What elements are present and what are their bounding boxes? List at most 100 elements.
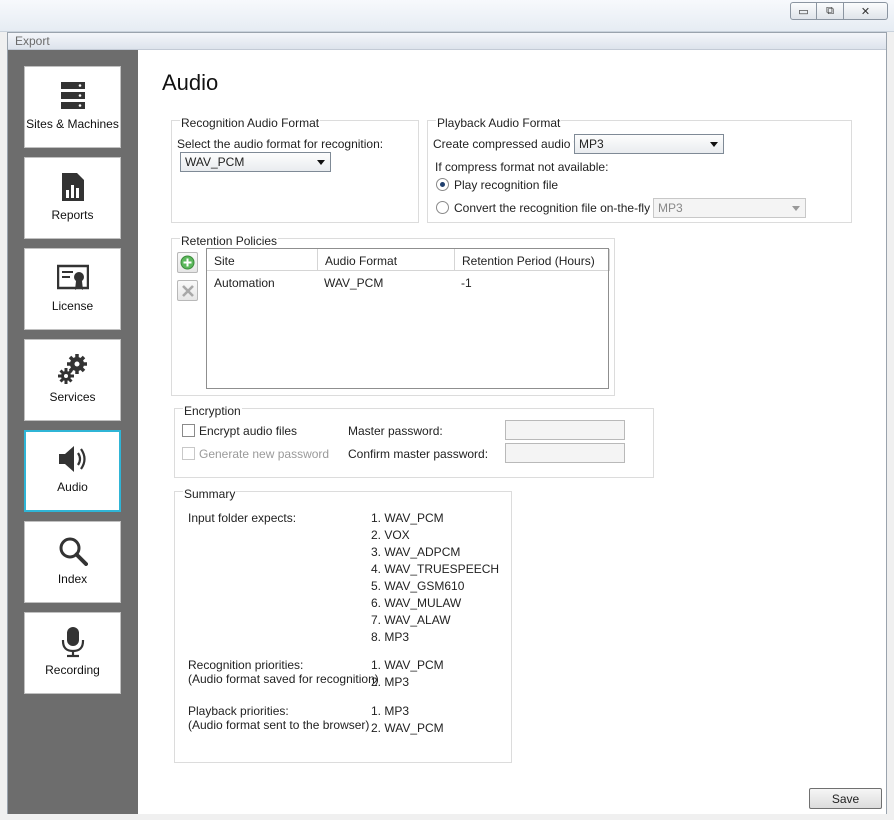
list-item: 1. MP3	[371, 704, 410, 718]
list-item: 4. WAV_TRUESPEECH	[371, 562, 500, 576]
speaker-icon	[57, 443, 89, 475]
certificate-icon	[56, 262, 89, 294]
minimize-button[interactable]: ▭	[790, 2, 817, 20]
recognition-format-legend: Recognition Audio Format	[180, 116, 321, 130]
playback-priorities-label-group: Playback priorities: (Audio format sent …	[188, 704, 369, 732]
convert-on-the-fly-radio[interactable]	[436, 201, 449, 214]
master-password-input[interactable]	[505, 420, 625, 440]
window-controls: ▭ ⧉ ✕	[790, 2, 888, 20]
playback-format-group: Playback Audio Format Create compressed …	[427, 116, 852, 223]
generate-password-checkbox[interactable]	[182, 447, 195, 460]
recognition-priorities-sublabel: (Audio format saved for recognition)	[188, 672, 379, 686]
list-item: 5. WAV_GSM610	[371, 579, 465, 593]
sidebar-item-label: Audio	[57, 480, 88, 494]
minimize-icon: ▭	[798, 5, 809, 18]
confirm-password-input[interactable]	[505, 443, 625, 463]
close-icon: ✕	[860, 5, 871, 18]
row-site: Automation	[214, 276, 275, 290]
retention-policies-group: Retention Policies Site Audio Format Ret…	[171, 234, 615, 396]
restore-icon: ⧉	[826, 4, 834, 17]
sidebar-item-sites-machines[interactable]: Sites & Machines	[24, 66, 121, 148]
column-header-audio-format[interactable]: Audio Format	[318, 249, 455, 271]
menu-bar: Export	[8, 33, 886, 50]
sidebar-item-label: Reports	[51, 208, 94, 222]
list-item: 2. VOX	[371, 528, 410, 542]
encrypt-audio-label: Encrypt audio files	[199, 424, 298, 438]
sidebar-item-recording[interactable]: Recording	[24, 612, 121, 694]
summary-legend: Summary	[183, 487, 237, 501]
input-folder-list: 1. WAV_PCM 2. VOX 3. WAV_ADPCM 4. WAV_TR…	[371, 510, 499, 646]
confirm-password-label: Confirm master password:	[348, 447, 489, 461]
sidebar: Sites & Machines Reports License Service…	[8, 50, 138, 814]
microphone-icon	[57, 626, 89, 658]
report-icon	[57, 171, 89, 203]
server-icon	[57, 80, 89, 112]
sidebar-item-label: Recording	[45, 663, 100, 677]
recognition-priorities-label: Recognition priorities:	[188, 658, 304, 672]
delete-policy-button[interactable]	[177, 280, 198, 301]
recognition-format-select[interactable]: WAV_PCM	[180, 152, 331, 172]
retention-policies-table: Site Audio Format Retention Period (Hour…	[206, 248, 610, 389]
compressed-format-select[interactable]: MP3	[574, 134, 724, 154]
recognition-priorities-label-group: Recognition priorities: (Audio format sa…	[188, 658, 379, 686]
sidebar-item-license[interactable]: License	[24, 248, 121, 330]
list-item: 1. WAV_PCM	[371, 658, 444, 672]
playback-priorities-list: 1. MP3 2. WAV_PCM	[371, 703, 444, 737]
sidebar-item-label: License	[51, 299, 94, 313]
recognition-priorities-list: 1. WAV_PCM 2. MP3	[371, 657, 444, 691]
recognition-format-label: Select the audio format for recognition:	[177, 137, 384, 151]
sidebar-item-index[interactable]: Index	[24, 521, 121, 603]
list-item: 2. WAV_PCM	[371, 721, 444, 735]
input-folder-label: Input folder expects:	[188, 511, 297, 525]
title-bar: ▭ ⧉ ✕	[0, 0, 894, 32]
recognition-format-group: Recognition Audio Format Select the audi…	[171, 116, 419, 223]
list-item: 6. WAV_MULAW	[371, 596, 462, 610]
list-item: 3. WAV_ADPCM	[371, 545, 461, 559]
encryption-group: Encryption Encrypt audio files Generate …	[174, 404, 654, 478]
convert-format-value: MP3	[658, 201, 683, 215]
chevron-down-icon	[792, 206, 800, 211]
list-item: 2. MP3	[371, 675, 410, 689]
delete-icon	[181, 284, 194, 297]
save-button[interactable]: Save	[809, 788, 882, 809]
recognition-format-value: WAV_PCM	[185, 155, 245, 169]
main-window: Export Sites & Machines Reports License	[7, 32, 887, 814]
list-item: 7. WAV_ALAW	[371, 613, 451, 627]
magnifier-icon	[57, 535, 89, 567]
master-password-label: Master password:	[348, 424, 443, 438]
sidebar-item-label: Index	[57, 572, 88, 586]
convert-format-select[interactable]: MP3	[653, 198, 806, 218]
encrypt-audio-checkbox[interactable]	[182, 424, 195, 437]
column-header-retention-period[interactable]: Retention Period (Hours)	[455, 249, 610, 271]
column-header-site[interactable]: Site	[207, 249, 318, 271]
add-policy-button[interactable]	[177, 252, 198, 273]
play-recognition-label: Play recognition file	[454, 178, 559, 192]
compressed-format-label: Create compressed audio file:	[433, 137, 593, 151]
sidebar-item-services[interactable]: Services	[24, 339, 121, 421]
content-panel: Audio Recognition Audio Format Select th…	[138, 50, 886, 814]
play-recognition-radio[interactable]	[436, 178, 449, 191]
menu-export[interactable]: Export	[15, 34, 50, 48]
chevron-down-icon	[317, 160, 325, 165]
encryption-legend: Encryption	[183, 404, 242, 418]
compressed-format-value: MP3	[579, 137, 604, 151]
close-button[interactable]: ✕	[844, 2, 888, 20]
playback-format-legend: Playback Audio Format	[436, 116, 562, 130]
table-header: Site Audio Format Retention Period (Hour…	[207, 249, 610, 271]
row-audio-format: WAV_PCM	[324, 276, 384, 290]
gears-icon	[57, 353, 89, 385]
sidebar-item-label: Services	[49, 390, 96, 404]
convert-on-the-fly-label: Convert the recognition file on-the-fly …	[454, 201, 667, 215]
restore-button[interactable]: ⧉	[817, 2, 844, 20]
sidebar-item-label: Sites & Machines	[26, 117, 119, 131]
add-icon	[180, 255, 195, 270]
page-title: Audio	[162, 70, 219, 95]
sidebar-item-audio[interactable]: Audio	[24, 430, 121, 512]
fallback-label: If compress format not available:	[435, 160, 609, 174]
retention-policies-legend: Retention Policies	[180, 234, 279, 248]
list-item: 1. WAV_PCM	[371, 511, 444, 525]
sidebar-item-reports[interactable]: Reports	[24, 157, 121, 239]
list-item: 8. MP3	[371, 630, 410, 644]
playback-priorities-sublabel: (Audio format sent to the browser)	[188, 718, 370, 732]
playback-priorities-label: Playback priorities:	[188, 704, 289, 718]
